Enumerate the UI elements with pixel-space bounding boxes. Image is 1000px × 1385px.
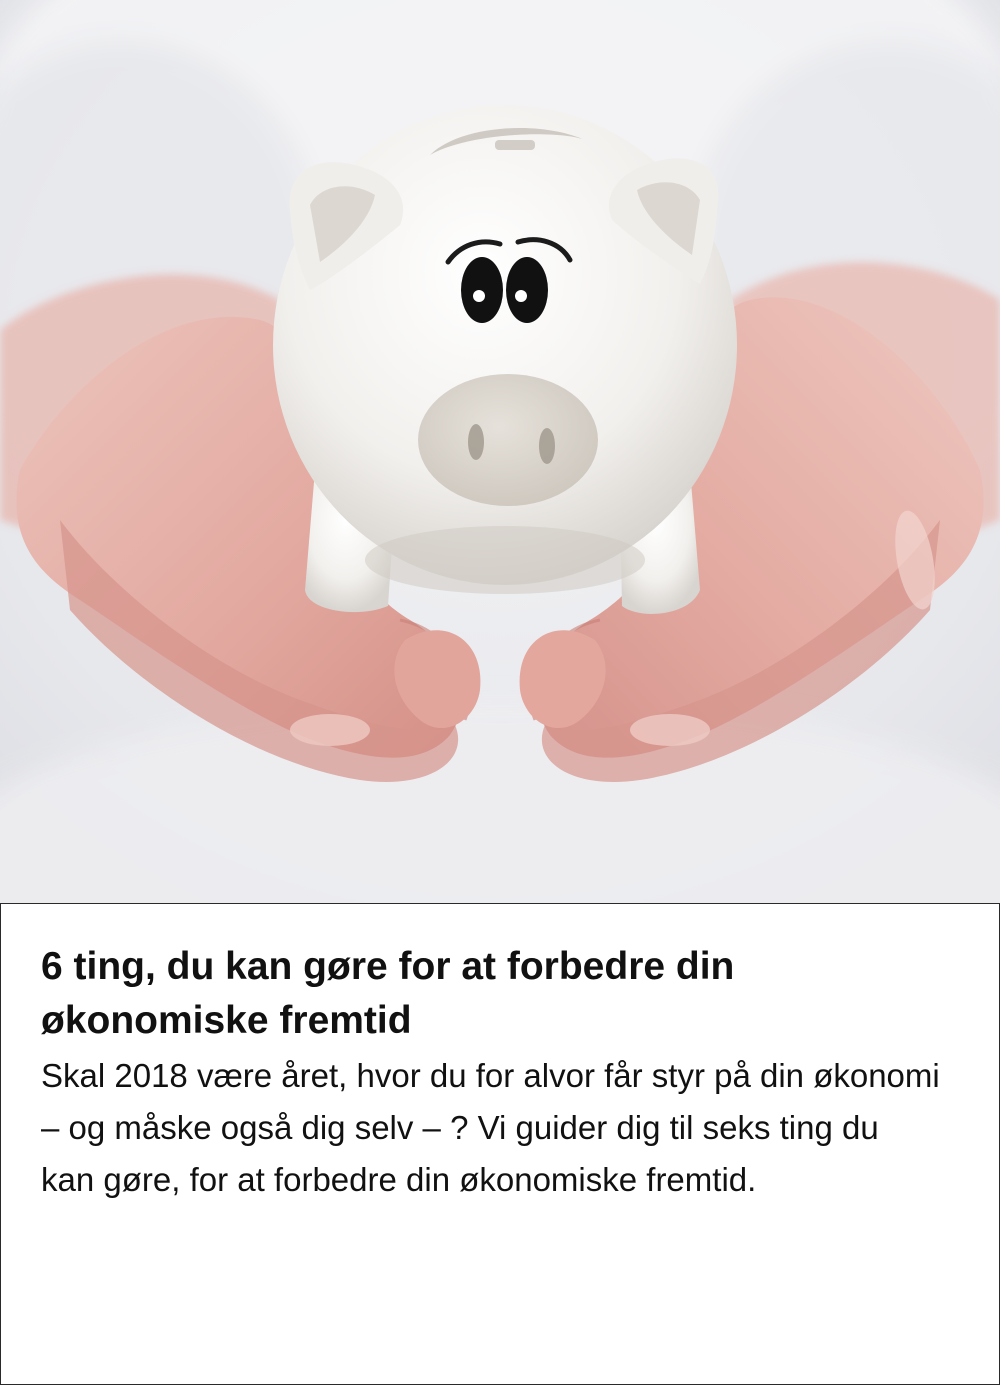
article-title[interactable]: 6 ting, du kan gøre for at forbedre din … (41, 940, 961, 1048)
left-eye (461, 257, 503, 323)
piggy-bank-icon (273, 105, 737, 614)
snout (418, 374, 598, 506)
article-card[interactable]: 6 ting, du kan gøre for at forbedre din … (0, 0, 1000, 1385)
text-panel: 6 ting, du kan gøre for at forbedre din … (0, 903, 1000, 1385)
right-eye (506, 257, 548, 323)
article-lede: Skal 2018 være året, hvor du for alvor f… (41, 1057, 940, 1198)
hero-image (0, 0, 1000, 903)
